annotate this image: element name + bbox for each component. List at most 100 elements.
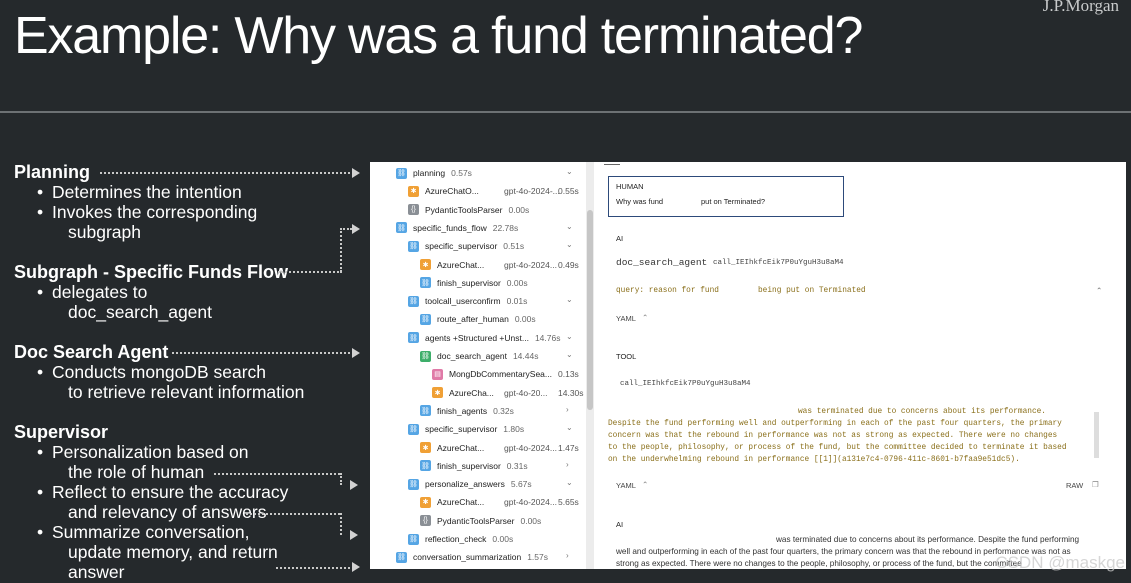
trace-row[interactable]: ✱ AzureChat... gpt-4o-2024... 1.47s bbox=[420, 439, 579, 457]
chevron-down-icon[interactable]: ⌄ bbox=[566, 332, 573, 341]
format-toggle-icon[interactable]: ⌃ bbox=[642, 480, 648, 489]
chevron-down-icon[interactable]: ⌄ bbox=[566, 240, 573, 249]
subgraph-arrow-top bbox=[340, 228, 352, 230]
chevron-right-icon[interactable]: › bbox=[566, 405, 569, 414]
trace-row-latency: 14.44s bbox=[512, 351, 539, 361]
planning-arrow-line bbox=[100, 172, 350, 174]
trace-row[interactable]: ⛓ reflection_check 0.00s bbox=[408, 530, 570, 548]
parser-icon: {} bbox=[420, 515, 431, 527]
subgraph-arrow-line bbox=[278, 271, 342, 273]
tree-scrollbar[interactable] bbox=[586, 162, 594, 569]
link-icon: ⛓ bbox=[396, 222, 407, 234]
openai-icon: ✱ bbox=[420, 259, 431, 270]
trace-row-label: finish_supervisor bbox=[437, 277, 501, 288]
trace-row-label: MongDbCommentarySea... bbox=[449, 369, 552, 380]
trace-row[interactable]: {} PydanticToolsParser 0.00s bbox=[420, 512, 570, 530]
trace-row-model: gpt-4o-2024... bbox=[504, 442, 557, 453]
supervisor-bullet-1: Personalization based on bbox=[37, 442, 248, 463]
link-icon: ⛓ bbox=[408, 533, 419, 545]
tree-scroll-thumb[interactable] bbox=[587, 210, 593, 410]
planning-bullet-1: Determines the intention bbox=[37, 182, 242, 203]
chevron-down-icon[interactable]: ⌄ bbox=[566, 350, 573, 359]
planning-bullet-2: Invokes the corresponding bbox=[37, 202, 257, 223]
title-divider bbox=[0, 111, 1131, 113]
trace-row[interactable]: {} PydanticToolsParser 0.00s bbox=[408, 201, 570, 219]
supervisor-arrow-2 bbox=[246, 513, 340, 515]
trace-row-model: gpt-4o-2024-... bbox=[504, 186, 560, 197]
docsearch-bullet-1: Conducts mongoDB search bbox=[37, 362, 266, 383]
tool-output-line-5: on the underwhelming rebound in performa… bbox=[608, 456, 1020, 464]
supervisor-bullet-1-cont: the role of human bbox=[68, 462, 205, 482]
expand-icon[interactable]: ⌃ bbox=[1096, 286, 1102, 295]
trace-row[interactable]: ⛓ personalize_answers 5.67s bbox=[408, 475, 570, 493]
subgraph-arrow-vertical bbox=[340, 228, 342, 272]
trace-row-latency: 1.57s bbox=[527, 552, 548, 563]
arrow-head-icon bbox=[350, 480, 358, 490]
tool-call-id-2: call_IEIhkfcEik7P0uYguH3u8aM4 bbox=[620, 380, 751, 388]
tool-format-selector[interactable]: YAML bbox=[616, 481, 636, 490]
docsearch-heading: Doc Search Agent bbox=[14, 342, 169, 362]
trace-row-latency: 0.01s bbox=[506, 296, 528, 307]
trace-row-label: PydanticToolsParser bbox=[437, 515, 515, 526]
trace-row[interactable]: ⛓ specific_funds_flow 22.78s bbox=[396, 219, 570, 237]
trace-row[interactable]: ⛓ agents +Structured +Unst... 14.76s bbox=[408, 329, 570, 347]
trace-row-label: AzureCha... bbox=[449, 387, 494, 398]
subgraph-bullet-1: delegates to bbox=[37, 282, 147, 303]
trace-row[interactable]: ⛓ doc_search_agent 14.44s bbox=[420, 347, 570, 365]
format-toggle-icon[interactable]: ⌃ bbox=[642, 313, 648, 322]
trace-row[interactable]: ⛓ planning 0.57s bbox=[396, 164, 570, 182]
supervisor-bullet-3-cont: update memory, and return bbox=[68, 542, 278, 562]
trace-row[interactable]: ✱ AzureChat... gpt-4o-2024... 5.65s bbox=[420, 493, 579, 511]
trace-row[interactable]: ⛓ conversation_summarization 1.57s bbox=[396, 548, 570, 566]
slide-title: Example: Why was a fund terminated? bbox=[14, 7, 863, 65]
link-icon: ⛓ bbox=[420, 277, 431, 289]
trace-row[interactable]: ⛓ specific_supervisor 1.80s bbox=[408, 420, 570, 438]
trace-row[interactable]: ▤ MongDbCommentarySea... 0.13s bbox=[432, 365, 579, 383]
supervisor-arrow-1-down bbox=[340, 473, 342, 485]
trace-row[interactable]: ✱ AzureChatO... gpt-4o-2024-... 0.55s bbox=[408, 182, 579, 200]
trace-row[interactable]: ⛓ finish_agents 0.32s bbox=[420, 402, 570, 420]
trace-row[interactable]: ⛓ route_after_human 0.00s bbox=[420, 310, 570, 328]
openai-icon: ✱ bbox=[408, 185, 419, 197]
trace-tree: ⛓ planning 0.57s ⌄ ✱ AzureChatO... gpt-4o-2024… bbox=[370, 162, 586, 569]
chevron-right-icon[interactable]: › bbox=[566, 460, 569, 469]
arrow-head-icon bbox=[352, 562, 360, 572]
trace-row-latency: 1.80s bbox=[503, 424, 525, 435]
link-icon: ⛓ bbox=[408, 240, 419, 252]
tool-role: TOOL bbox=[616, 352, 637, 361]
link-icon: ⛓ bbox=[408, 478, 419, 490]
chevron-down-icon[interactable]: ⌄ bbox=[566, 478, 573, 487]
trace-row-latency: 0.00s bbox=[520, 515, 542, 526]
trace-row-label: route_after_human bbox=[437, 314, 509, 325]
trace-panel: ⛓ planning 0.57s ⌄ ✱ AzureChatO... gpt-4o-2024… bbox=[370, 162, 1126, 569]
human-message[interactable]: HUMAN Why was fund put on Terminated? bbox=[608, 176, 844, 217]
trace-row[interactable]: ⛓ specific_supervisor 0.51s bbox=[408, 237, 570, 255]
supervisor-arrow-2-down bbox=[340, 513, 342, 535]
chevron-down-icon[interactable]: ⌄ bbox=[566, 222, 573, 231]
trace-row[interactable]: ⛓ finish_supervisor 0.31s bbox=[420, 457, 570, 475]
ai-format-selector[interactable]: YAML bbox=[616, 314, 636, 323]
trace-row-latency: 0.51s bbox=[503, 241, 525, 252]
link-icon: ⛓ bbox=[420, 313, 431, 325]
chevron-down-icon[interactable]: ⌄ bbox=[566, 423, 573, 432]
trace-row[interactable]: ✱ AzureChat... gpt-4o-2024... 0.49s bbox=[420, 256, 579, 274]
tool-output-scrollbar[interactable] bbox=[1094, 412, 1099, 458]
chevron-down-icon[interactable]: ⌄ bbox=[566, 295, 573, 304]
trace-row-label: PydanticToolsParser bbox=[425, 204, 503, 215]
supervisor-heading: Supervisor bbox=[14, 422, 109, 442]
trace-row-latency: 0.00s bbox=[514, 314, 536, 325]
copy-icon[interactable]: ❐ bbox=[1092, 480, 1099, 489]
chevron-right-icon[interactable]: › bbox=[566, 551, 569, 560]
trace-row[interactable]: ⛓ toolcall_userconfirm 0.01s bbox=[408, 292, 570, 310]
raw-toggle[interactable]: RAW bbox=[1066, 481, 1083, 490]
chevron-down-icon[interactable]: ⌄ bbox=[566, 167, 573, 176]
trace-row[interactable]: ⛓ finish_supervisor 0.00s bbox=[420, 274, 570, 292]
trace-row[interactable]: ✱ AzureCha... gpt-4o-20... 14.30s bbox=[432, 384, 584, 402]
trace-row-label: doc_search_agent bbox=[437, 351, 507, 361]
trace-row-label: conversation_summarization bbox=[413, 552, 522, 563]
ai-role: AI bbox=[616, 234, 624, 243]
trace-row-label: personalize_answers bbox=[425, 479, 505, 490]
tool-output-box[interactable]: was terminated due to concerns about its… bbox=[608, 406, 1096, 464]
arrow-head-icon bbox=[350, 530, 358, 540]
jpmorgan-logo: J.P.Morgan bbox=[1042, 0, 1119, 15]
